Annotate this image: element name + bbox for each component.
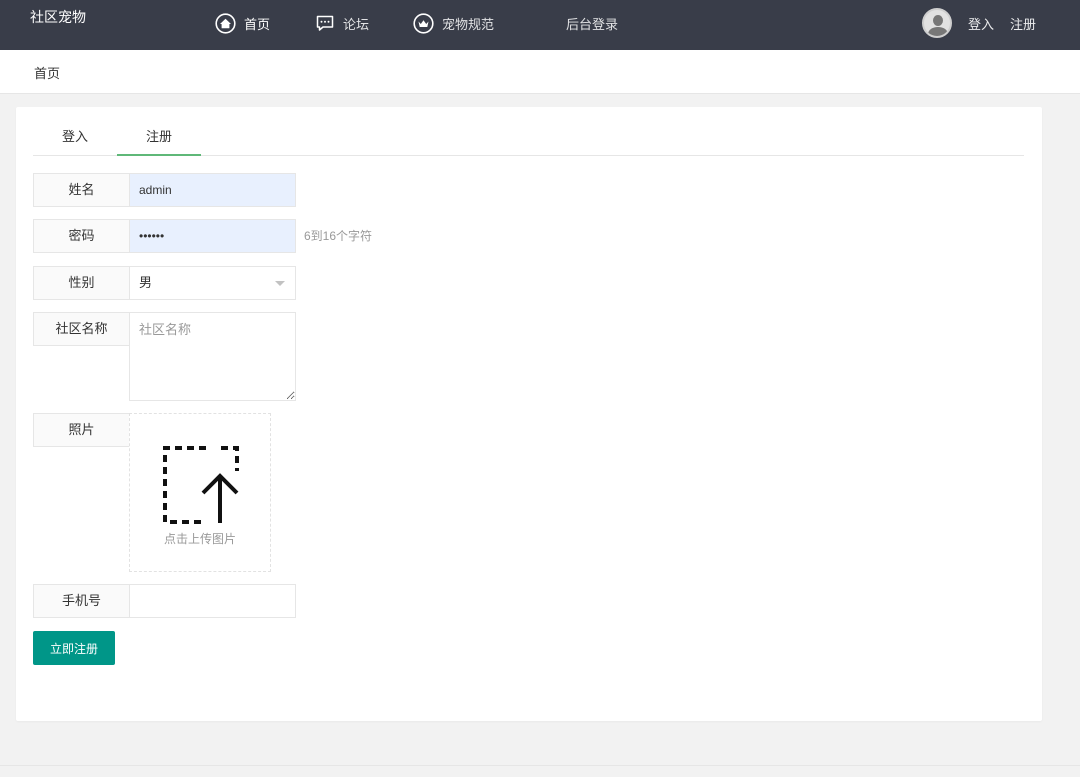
user-area: 登入 注册 bbox=[921, 0, 1036, 46]
header-register-link[interactable]: 注册 bbox=[1010, 14, 1036, 33]
nav-home[interactable]: 首页 bbox=[215, 0, 270, 46]
phone-label: 手机号 bbox=[33, 584, 129, 618]
top-navbar: 社区宠物 首页 论坛 宠物规范 后台登录 登入 注册 bbox=[0, 0, 1080, 50]
upload-icon bbox=[163, 446, 239, 524]
nav-home-label: 首页 bbox=[244, 16, 271, 32]
breadcrumb: 首页 bbox=[0, 50, 1080, 94]
register-card: 登入 注册 姓名 密码 6到16个字符 性别 男 社区名称 照片 bbox=[16, 107, 1042, 721]
nav-admin-login-label: 后台登录 bbox=[566, 16, 619, 32]
photo-label: 照片 bbox=[33, 413, 129, 447]
chevron-down-icon bbox=[275, 281, 285, 286]
password-label: 密码 bbox=[33, 219, 129, 253]
password-hint: 6到16个字符 bbox=[304, 229, 373, 243]
nav-admin-login[interactable]: 后台登录 bbox=[566, 0, 618, 46]
header-login-link[interactable]: 登入 bbox=[968, 14, 994, 33]
nav-pet-rules-label: 宠物规范 bbox=[442, 16, 495, 32]
tab-login[interactable]: 登入 bbox=[33, 120, 117, 156]
community-textarea[interactable] bbox=[129, 312, 296, 401]
nav-forum-label: 论坛 bbox=[343, 16, 370, 32]
community-row: 社区名称 bbox=[33, 312, 296, 401]
nav-pet-rules[interactable]: 宠物规范 bbox=[413, 0, 494, 46]
name-label: 姓名 bbox=[33, 173, 129, 207]
password-row: 密码 6到16个字符 bbox=[33, 219, 372, 253]
gender-select[interactable]: 男 bbox=[129, 266, 296, 300]
tab-register[interactable]: 注册 bbox=[117, 120, 201, 156]
breadcrumb-home[interactable]: 首页 bbox=[34, 63, 60, 82]
footer-divider bbox=[0, 765, 1080, 766]
phone-row: 手机号 bbox=[33, 584, 296, 618]
avatar-icon[interactable] bbox=[921, 8, 952, 38]
gender-value: 男 bbox=[139, 275, 153, 290]
brand-title[interactable]: 社区宠物 bbox=[30, 7, 86, 27]
photo-upload-area[interactable]: 点击上传图片 bbox=[129, 413, 271, 572]
community-label: 社区名称 bbox=[33, 312, 129, 346]
gender-row: 性别 男 bbox=[33, 266, 296, 300]
phone-input[interactable] bbox=[129, 584, 296, 618]
chat-icon bbox=[316, 15, 334, 31]
upload-text: 点击上传图片 bbox=[163, 532, 236, 546]
name-row: 姓名 bbox=[33, 173, 296, 207]
register-submit-button[interactable]: 立即注册 bbox=[33, 631, 115, 665]
tab-bar: 登入 注册 bbox=[33, 120, 1024, 156]
gender-label: 性别 bbox=[33, 266, 129, 300]
nav-forum[interactable]: 论坛 bbox=[315, 0, 369, 46]
home-icon bbox=[215, 12, 236, 34]
password-input[interactable] bbox=[129, 219, 296, 253]
name-input[interactable] bbox=[129, 173, 296, 207]
pet-icon bbox=[413, 12, 434, 34]
photo-row: 照片 点击上传图片 bbox=[33, 413, 271, 572]
